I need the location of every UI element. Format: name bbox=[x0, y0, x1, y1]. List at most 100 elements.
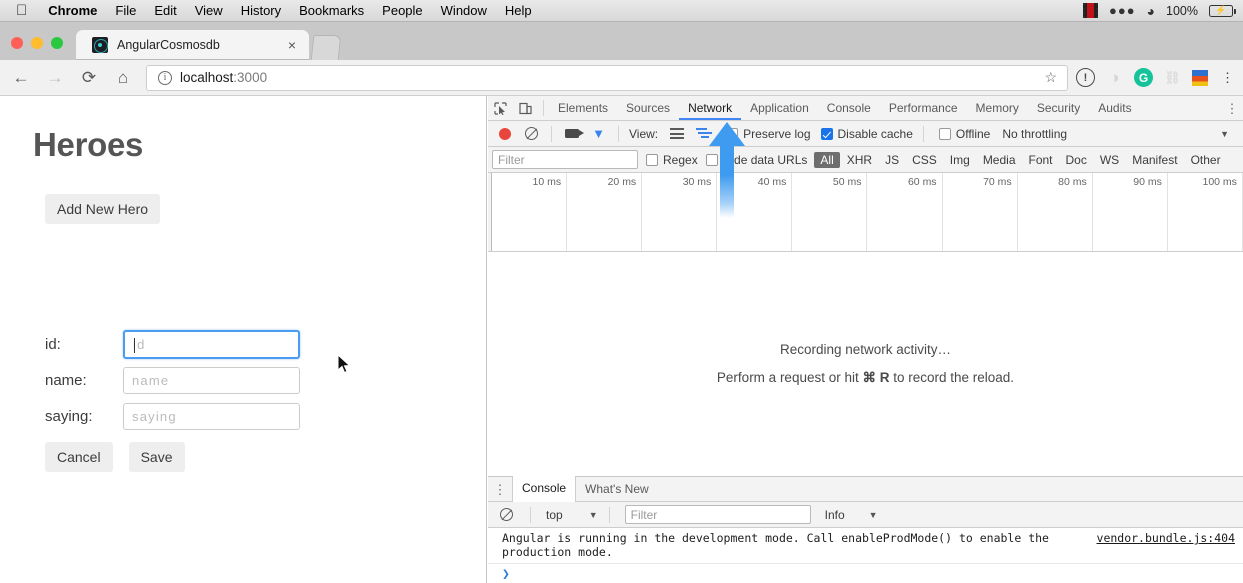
menubar-item-people[interactable]: People bbox=[373, 3, 431, 18]
network-filter-bar: Regex Hide data URLs All XHR JS CSS Img … bbox=[488, 147, 1243, 173]
forward-button[interactable]: → bbox=[42, 65, 68, 91]
hint-shortcut: ⌘ R bbox=[862, 370, 889, 385]
film-strip-icon[interactable] bbox=[1083, 3, 1098, 18]
battery-charging-icon[interactable]: ⚡ bbox=[1209, 5, 1233, 17]
apple-logo-icon[interactable]:  bbox=[16, 3, 27, 18]
preserve-log-checkbox[interactable]: Preserve log bbox=[726, 127, 810, 141]
filter-type-media[interactable]: Media bbox=[977, 152, 1022, 168]
save-button[interactable]: Save bbox=[129, 442, 185, 472]
devtools-more-icon[interactable]: ⋮ bbox=[1221, 96, 1243, 120]
ellipsis-icon[interactable]: ●●● bbox=[1109, 3, 1136, 18]
list-view-icon[interactable] bbox=[664, 122, 689, 146]
network-timeline-ruler[interactable]: 10 ms 20 ms 30 ms 40 ms 50 ms 60 ms 70 m… bbox=[488, 173, 1243, 252]
wifi-icon[interactable]: ◕ bbox=[1147, 4, 1155, 18]
grammarly-icon[interactable]: G bbox=[1134, 68, 1153, 87]
drawer-more-icon[interactable]: ⋮ bbox=[488, 477, 512, 501]
timeline-tick: 60 ms bbox=[867, 173, 942, 251]
saying-input[interactable] bbox=[123, 403, 300, 430]
chrome-menu-icon[interactable]: ⋮ bbox=[1218, 68, 1237, 87]
home-button[interactable]: ⌂ bbox=[110, 65, 136, 91]
menubar-item-file[interactable]: File bbox=[106, 3, 145, 18]
circle-exclamation-icon[interactable]: ! bbox=[1076, 68, 1095, 87]
clear-console-icon[interactable] bbox=[494, 503, 519, 527]
chrome-toolbar: ← → ⟳ ⌂ i localhost:3000 ☆ ! ◑ G ⛓ ⋮ bbox=[0, 60, 1243, 96]
faded-circle-icon[interactable]: ◑ bbox=[1105, 68, 1124, 87]
tab-elements[interactable]: Elements bbox=[549, 96, 617, 120]
disable-cache-label: Disable cache bbox=[838, 127, 913, 141]
menubar-item-help[interactable]: Help bbox=[496, 3, 541, 18]
bookmark-star-icon[interactable]: ☆ bbox=[1044, 69, 1057, 86]
filter-type-all[interactable]: All bbox=[814, 152, 839, 168]
timeline-tick: 90 ms bbox=[1093, 173, 1168, 251]
hide-data-urls-checkbox[interactable]: Hide data URLs bbox=[706, 153, 808, 167]
regex-checkbox[interactable]: Regex bbox=[646, 153, 698, 167]
devtools-panel: Elements Sources Network Application Con… bbox=[488, 96, 1243, 583]
id-input[interactable] bbox=[123, 330, 300, 359]
tab-network[interactable]: Network bbox=[679, 96, 741, 120]
waterfall-view-icon[interactable] bbox=[691, 122, 716, 146]
close-icon[interactable]: × bbox=[283, 36, 301, 54]
throttling-select[interactable]: No throttling bbox=[1002, 127, 1067, 141]
window-close-button[interactable] bbox=[11, 37, 23, 49]
console-context-select[interactable]: top ▼ bbox=[546, 508, 598, 522]
chevron-down-icon: ▼ bbox=[589, 510, 598, 520]
timeline-tick-label: 10 ms bbox=[533, 176, 562, 188]
reload-button[interactable]: ⟳ bbox=[76, 65, 102, 91]
filter-type-css[interactable]: CSS bbox=[906, 152, 943, 168]
name-input[interactable] bbox=[123, 367, 300, 394]
menubar-item-bookmarks[interactable]: Bookmarks bbox=[290, 3, 373, 18]
chevron-down-icon[interactable]: ▼ bbox=[1220, 129, 1229, 139]
mouse-pointer-icon bbox=[337, 354, 351, 374]
tab-sources[interactable]: Sources bbox=[617, 96, 679, 120]
filter-type-img[interactable]: Img bbox=[944, 152, 976, 168]
console-source-link[interactable]: vendor.bundle.js:404 bbox=[1097, 532, 1235, 559]
menubar-item-history[interactable]: History bbox=[232, 3, 290, 18]
colorbar-extension-icon[interactable] bbox=[1192, 70, 1208, 86]
tab-memory[interactable]: Memory bbox=[967, 96, 1028, 120]
tab-console[interactable]: Console bbox=[818, 96, 880, 120]
funnel-icon[interactable]: ▼ bbox=[586, 122, 611, 146]
timeline-tick: 10 ms bbox=[492, 173, 567, 251]
console-prompt[interactable]: ❯ bbox=[488, 564, 1243, 582]
add-new-hero-button[interactable]: Add New Hero bbox=[45, 194, 160, 224]
site-info-icon[interactable]: i bbox=[158, 71, 172, 85]
menubar-item-edit[interactable]: Edit bbox=[145, 3, 185, 18]
filter-type-other[interactable]: Other bbox=[1185, 152, 1227, 168]
filter-type-doc[interactable]: Doc bbox=[1060, 152, 1093, 168]
device-toolbar-icon[interactable] bbox=[513, 96, 538, 120]
console-level-select[interactable]: Info ▼ bbox=[825, 508, 878, 522]
disable-cache-checkbox[interactable]: Disable cache bbox=[821, 127, 913, 141]
address-bar[interactable]: i localhost:3000 ☆ bbox=[146, 65, 1068, 91]
filter-type-font[interactable]: Font bbox=[1023, 152, 1059, 168]
drawer-tab-whats-new[interactable]: What's New bbox=[576, 477, 658, 502]
label-id: id: bbox=[45, 336, 123, 353]
timeline-tick: 80 ms bbox=[1018, 173, 1093, 251]
filter-type-ws[interactable]: WS bbox=[1094, 152, 1125, 168]
tab-application[interactable]: Application bbox=[741, 96, 818, 120]
filter-type-xhr[interactable]: XHR bbox=[841, 152, 878, 168]
browser-tab[interactable]: AngularCosmosdb × bbox=[76, 30, 309, 60]
sitemap-icon[interactable]: ⛓ bbox=[1163, 68, 1182, 87]
window-zoom-button[interactable] bbox=[51, 37, 63, 49]
tab-security[interactable]: Security bbox=[1028, 96, 1089, 120]
window-minimize-button[interactable] bbox=[31, 37, 43, 49]
drawer-tabbar: ⋮ Console What's New bbox=[488, 477, 1243, 502]
network-filter-input[interactable] bbox=[492, 150, 638, 169]
inspect-element-icon[interactable] bbox=[488, 96, 513, 120]
new-tab-icon[interactable] bbox=[311, 35, 342, 60]
menubar-item-chrome[interactable]: Chrome bbox=[39, 3, 106, 18]
tab-performance[interactable]: Performance bbox=[880, 96, 967, 120]
menubar-item-window[interactable]: Window bbox=[432, 3, 496, 18]
drawer-tab-console[interactable]: Console bbox=[512, 476, 576, 502]
filter-type-manifest[interactable]: Manifest bbox=[1126, 152, 1183, 168]
camera-icon[interactable] bbox=[559, 122, 584, 146]
console-filter-input[interactable] bbox=[625, 505, 811, 524]
tab-audits[interactable]: Audits bbox=[1089, 96, 1140, 120]
offline-checkbox[interactable]: Offline bbox=[939, 127, 990, 141]
cancel-button[interactable]: Cancel bbox=[45, 442, 113, 472]
back-button[interactable]: ← bbox=[8, 65, 34, 91]
filter-type-js[interactable]: JS bbox=[879, 152, 905, 168]
menubar-item-view[interactable]: View bbox=[186, 3, 232, 18]
record-icon[interactable] bbox=[492, 122, 517, 146]
clear-icon[interactable] bbox=[519, 122, 544, 146]
